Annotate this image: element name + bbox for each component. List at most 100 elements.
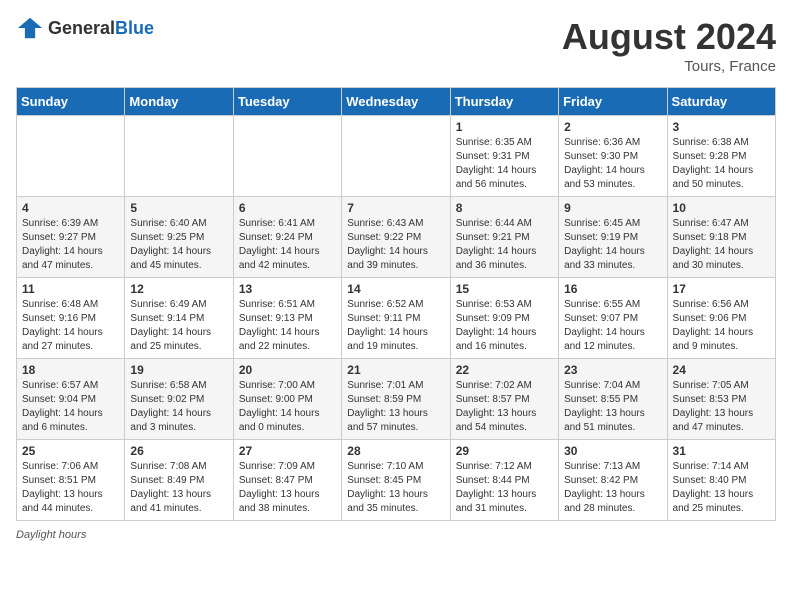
day-info: Sunrise: 6:43 AM Sunset: 9:22 PM Dayligh… <box>347 217 444 273</box>
day-number: 13 <box>239 282 336 296</box>
calendar-cell: 15Sunrise: 6:53 AM Sunset: 9:09 PM Dayli… <box>450 278 558 359</box>
calendar-week-row: 18Sunrise: 6:57 AM Sunset: 9:04 PM Dayli… <box>17 359 776 440</box>
day-info: Sunrise: 7:06 AM Sunset: 8:51 PM Dayligh… <box>22 460 119 516</box>
calendar-cell: 24 Sunrise: 7:05 AM Sunset: 8:53 PM Dayli… <box>667 359 775 440</box>
col-header-sunday: Sunday <box>17 88 125 116</box>
calendar-cell: 22Sunrise: 7:02 AM Sunset: 8:57 PM Dayli… <box>450 359 558 440</box>
day-info: Sunrise: 7:09 AM Sunset: 8:47 PM Dayligh… <box>239 460 336 516</box>
day-number: 10 <box>673 201 770 215</box>
col-header-friday: Friday <box>559 88 667 116</box>
day-info: Sunrise: 7:13 AM Sunset: 8:42 PM Dayligh… <box>564 460 661 516</box>
day-number: 2 <box>564 120 661 134</box>
day-info: Sunrise: 7:10 AM Sunset: 8:45 PM Dayligh… <box>347 460 444 516</box>
calendar-week-row: 11 Sunrise: 6:48 AM Sunset: 9:16 PM Dayli… <box>17 278 776 359</box>
calendar-cell: 19 Sunrise: 6:58 AM Sunset: 9:02 PM Dayli… <box>125 359 233 440</box>
day-number: 24 <box>673 363 770 377</box>
day-number: 26 <box>130 444 227 458</box>
calendar-cell: 25 Sunrise: 7:06 AM Sunset: 8:51 PM Dayli… <box>17 440 125 521</box>
day-number: 5 <box>130 201 227 215</box>
calendar-week-row: 25 Sunrise: 7:06 AM Sunset: 8:51 PM Dayli… <box>17 440 776 521</box>
day-number: 6 <box>239 201 336 215</box>
day-info: Sunrise: 6:44 AM Sunset: 9:21 PM Dayligh… <box>456 217 553 273</box>
day-info: Sunrise: 7:01 AM Sunset: 8:59 PM Dayligh… <box>347 379 444 435</box>
month-year: August 2024 <box>562 16 776 58</box>
location: Tours, France <box>562 58 776 75</box>
day-number: 22 <box>456 363 553 377</box>
calendar-cell: 4Sunrise: 6:39 AM Sunset: 9:27 PM Daylig… <box>17 197 125 278</box>
calendar-cell <box>233 116 341 197</box>
day-info: Sunrise: 7:04 AM Sunset: 8:55 PM Dayligh… <box>564 379 661 435</box>
day-info: Sunrise: 7:14 AM Sunset: 8:40 PM Dayligh… <box>673 460 770 516</box>
calendar-cell: 23Sunrise: 7:04 AM Sunset: 8:55 PM Dayli… <box>559 359 667 440</box>
calendar-cell: 13 Sunrise: 6:51 AM Sunset: 9:13 PM Dayli… <box>233 278 341 359</box>
logo-blue: Blue <box>115 18 154 38</box>
day-info: Sunrise: 6:38 AM Sunset: 9:28 PM Dayligh… <box>673 136 770 192</box>
calendar-cell: 14 Sunrise: 6:52 AM Sunset: 9:11 PM Dayli… <box>342 278 450 359</box>
day-number: 30 <box>564 444 661 458</box>
day-number: 9 <box>564 201 661 215</box>
page-header: GeneralBlue August 2024 Tours, France <box>16 16 776 75</box>
calendar-header-row: SundayMondayTuesdayWednesdayThursdayFrid… <box>17 88 776 116</box>
calendar-cell <box>17 116 125 197</box>
day-info: Sunrise: 6:36 AM Sunset: 9:30 PM Dayligh… <box>564 136 661 192</box>
day-number: 29 <box>456 444 553 458</box>
calendar-week-row: 4Sunrise: 6:39 AM Sunset: 9:27 PM Daylig… <box>17 197 776 278</box>
calendar-cell: 26 Sunrise: 7:08 AM Sunset: 8:49 PM Dayli… <box>125 440 233 521</box>
day-info: Sunrise: 6:45 AM Sunset: 9:19 PM Dayligh… <box>564 217 661 273</box>
day-number: 8 <box>456 201 553 215</box>
day-number: 1 <box>456 120 553 134</box>
calendar-cell: 9 Sunrise: 6:45 AM Sunset: 9:19 PM Daylig… <box>559 197 667 278</box>
col-header-tuesday: Tuesday <box>233 88 341 116</box>
col-header-saturday: Saturday <box>667 88 775 116</box>
day-info: Sunrise: 7:05 AM Sunset: 8:53 PM Dayligh… <box>673 379 770 435</box>
calendar-cell: 31Sunrise: 7:14 AM Sunset: 8:40 PM Dayli… <box>667 440 775 521</box>
day-info: Sunrise: 7:12 AM Sunset: 8:44 PM Dayligh… <box>456 460 553 516</box>
calendar-cell: 2 Sunrise: 6:36 AM Sunset: 9:30 PM Daylig… <box>559 116 667 197</box>
day-info: Sunrise: 6:35 AM Sunset: 9:31 PM Dayligh… <box>456 136 553 192</box>
footer: Daylight hours <box>16 529 776 541</box>
calendar-cell: 30 Sunrise: 7:13 AM Sunset: 8:42 PM Dayli… <box>559 440 667 521</box>
calendar-cell <box>125 116 233 197</box>
day-info: Sunrise: 6:58 AM Sunset: 9:02 PM Dayligh… <box>130 379 227 435</box>
day-info: Sunrise: 7:08 AM Sunset: 8:49 PM Dayligh… <box>130 460 227 516</box>
calendar-week-row: 1 Sunrise: 6:35 AM Sunset: 9:31 PM Daylig… <box>17 116 776 197</box>
logo-icon <box>16 16 44 40</box>
day-number: 17 <box>673 282 770 296</box>
calendar-cell: 8 Sunrise: 6:44 AM Sunset: 9:21 PM Daylig… <box>450 197 558 278</box>
day-number: 27 <box>239 444 336 458</box>
calendar-cell: 27 Sunrise: 7:09 AM Sunset: 8:47 PM Dayli… <box>233 440 341 521</box>
day-number: 20 <box>239 363 336 377</box>
calendar-cell: 3 Sunrise: 6:38 AM Sunset: 9:28 PM Daylig… <box>667 116 775 197</box>
day-number: 16 <box>564 282 661 296</box>
day-info: Sunrise: 6:47 AM Sunset: 9:18 PM Dayligh… <box>673 217 770 273</box>
calendar-cell: 21Sunrise: 7:01 AM Sunset: 8:59 PM Dayli… <box>342 359 450 440</box>
calendar-cell: 6 Sunrise: 6:41 AM Sunset: 9:24 PM Daylig… <box>233 197 341 278</box>
day-number: 14 <box>347 282 444 296</box>
calendar-cell: 12 Sunrise: 6:49 AM Sunset: 9:14 PM Dayli… <box>125 278 233 359</box>
day-info: Sunrise: 6:57 AM Sunset: 9:04 PM Dayligh… <box>22 379 119 435</box>
day-number: 3 <box>673 120 770 134</box>
calendar-cell: 5 Sunrise: 6:40 AM Sunset: 9:25 PM Daylig… <box>125 197 233 278</box>
day-info: Sunrise: 6:40 AM Sunset: 9:25 PM Dayligh… <box>130 217 227 273</box>
calendar-cell: 1 Sunrise: 6:35 AM Sunset: 9:31 PM Daylig… <box>450 116 558 197</box>
day-info: Sunrise: 6:51 AM Sunset: 9:13 PM Dayligh… <box>239 298 336 354</box>
calendar-cell: 11 Sunrise: 6:48 AM Sunset: 9:16 PM Dayli… <box>17 278 125 359</box>
day-number: 19 <box>130 363 227 377</box>
calendar-cell: 20Sunrise: 7:00 AM Sunset: 9:00 PM Dayli… <box>233 359 341 440</box>
calendar-cell: 16Sunrise: 6:55 AM Sunset: 9:07 PM Dayli… <box>559 278 667 359</box>
day-info: Sunrise: 6:52 AM Sunset: 9:11 PM Dayligh… <box>347 298 444 354</box>
calendar-cell: 7Sunrise: 6:43 AM Sunset: 9:22 PM Daylig… <box>342 197 450 278</box>
day-info: Sunrise: 6:48 AM Sunset: 9:16 PM Dayligh… <box>22 298 119 354</box>
day-number: 12 <box>130 282 227 296</box>
col-header-monday: Monday <box>125 88 233 116</box>
day-number: 15 <box>456 282 553 296</box>
day-number: 11 <box>22 282 119 296</box>
logo-general: General <box>48 18 115 38</box>
daylight-hours-label: Daylight hours <box>16 529 86 541</box>
day-number: 25 <box>22 444 119 458</box>
day-info: Sunrise: 6:41 AM Sunset: 9:24 PM Dayligh… <box>239 217 336 273</box>
calendar-table: SundayMondayTuesdayWednesdayThursdayFrid… <box>16 87 776 521</box>
logo: GeneralBlue <box>16 16 154 40</box>
day-info: Sunrise: 6:49 AM Sunset: 9:14 PM Dayligh… <box>130 298 227 354</box>
day-number: 4 <box>22 201 119 215</box>
